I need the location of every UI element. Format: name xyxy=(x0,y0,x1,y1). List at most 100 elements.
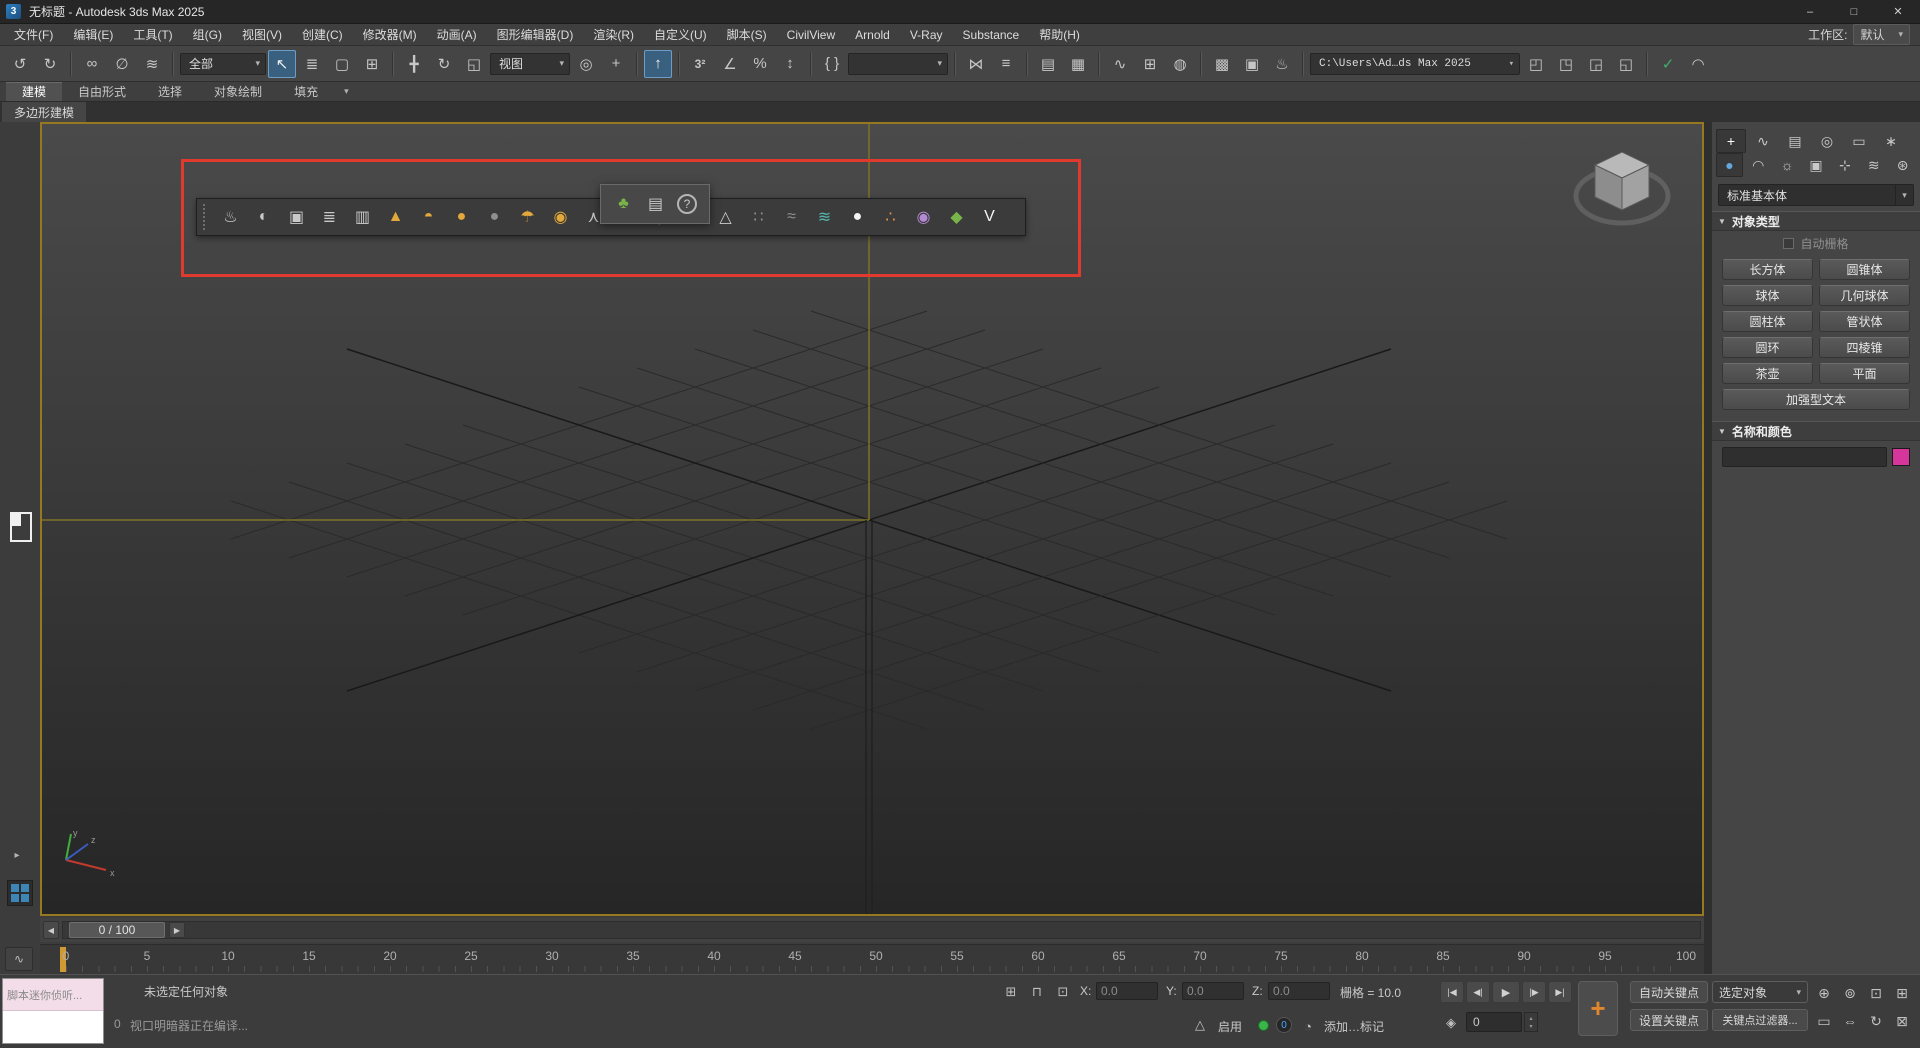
macro-recorder-line[interactable]: 脚本迷你侦听... xyxy=(3,979,103,1011)
object-type-rollout-header[interactable]: ▼ 对象类型 xyxy=(1712,211,1920,231)
menu-item[interactable]: 图形编辑器(D) xyxy=(487,24,584,45)
time-slider-prev-icon[interactable]: ◀ xyxy=(43,921,59,939)
time-slider-handle[interactable]: 0 / 100 xyxy=(69,922,165,938)
color-dots-icon[interactable]: ∴ xyxy=(876,202,905,232)
menu-item[interactable]: 工具(T) xyxy=(123,24,182,45)
lamp-icon[interactable]: ◉ xyxy=(546,202,575,232)
window-crossing-toggle[interactable]: ⊞ xyxy=(358,50,386,78)
ribbon-tab[interactable]: 对象绘制 xyxy=(198,82,278,101)
scene-validity-check-button[interactable]: ✓ xyxy=(1654,50,1682,78)
primitive-button[interactable]: 球体 xyxy=(1722,285,1813,306)
primitive-button[interactable]: 加强型文本 xyxy=(1722,389,1910,410)
select-and-rotate-button[interactable]: ↻ xyxy=(430,50,458,78)
container-icon[interactable]: ▣ xyxy=(282,202,311,232)
add-time-tag[interactable]: 添加…标记 xyxy=(1324,1018,1384,1035)
primitive-button[interactable]: 四棱锥 xyxy=(1819,337,1910,358)
helpers-category-icon[interactable]: ⊹ xyxy=(1831,153,1858,177)
menu-item[interactable]: 动画(A) xyxy=(427,24,487,45)
ribbon-minimize-chevron-icon[interactable]: ▾ xyxy=(334,82,359,101)
go-to-end-button[interactable]: ▶| xyxy=(1548,981,1572,1003)
key-filter-selected-dropdown[interactable]: 选定对象 ▾ xyxy=(1712,981,1808,1003)
orbit-icon[interactable]: ↻ xyxy=(1864,1009,1888,1033)
menu-item[interactable]: 渲染(R) xyxy=(583,24,644,45)
sphere-dim-icon[interactable]: ● xyxy=(480,202,509,232)
z-coord-field[interactable] xyxy=(1268,982,1330,1000)
workspace-send-b-button[interactable]: ◳ xyxy=(1552,50,1580,78)
select-and-move-button[interactable]: ╋ xyxy=(400,50,428,78)
transform-gizmo-toggle-icon[interactable]: ⊞ xyxy=(1000,982,1022,1002)
umbrella-light-icon[interactable]: ☂ xyxy=(513,202,542,232)
primitive-button[interactable]: 平面 xyxy=(1819,363,1910,384)
wave-icon[interactable]: ≈ xyxy=(777,202,806,232)
dots-grid-icon[interactable]: ∷ xyxy=(744,202,773,232)
select-and-link-button[interactable]: ∞ xyxy=(78,50,106,78)
menu-item[interactable]: 组(G) xyxy=(183,24,232,45)
set-keys-key-button[interactable]: + xyxy=(1578,981,1618,1036)
object-color-swatch[interactable] xyxy=(1892,448,1910,466)
select-object-button[interactable]: ↖ xyxy=(268,50,296,78)
listener-line[interactable] xyxy=(3,1011,103,1043)
menu-item[interactable]: 自定义(U) xyxy=(644,24,717,45)
render-setup-button[interactable]: ▩ xyxy=(1208,50,1236,78)
help-icon[interactable]: ? xyxy=(677,194,697,214)
close-button[interactable]: ✕ xyxy=(1876,0,1920,23)
previous-frame-button[interactable]: ◀| xyxy=(1466,981,1490,1003)
zoom-all-icon[interactable]: ⊚ xyxy=(1838,981,1862,1005)
unlink-selection-button[interactable]: ∅ xyxy=(108,50,136,78)
bind-to-spacewarp-button[interactable]: ≋ xyxy=(138,50,166,78)
rendered-frame-window-button[interactable]: ▣ xyxy=(1238,50,1266,78)
go-to-start-button[interactable]: |◀ xyxy=(1440,981,1464,1003)
layout-expand-arrow-icon[interactable]: ▸ xyxy=(8,846,26,864)
spinner-down-icon[interactable]: ▾ xyxy=(1529,1023,1532,1030)
schematic-view-button[interactable]: ⊞ xyxy=(1136,50,1164,78)
keyboard-override-toggle[interactable]: ↑ xyxy=(644,50,672,78)
autogrid-checkbox[interactable] xyxy=(1783,238,1794,249)
select-and-manipulate-button[interactable]: + xyxy=(602,50,630,78)
sphere-white-icon[interactable]: ● xyxy=(843,202,872,232)
menu-item[interactable]: 帮助(H) xyxy=(1029,24,1090,45)
percent-snap-button[interactable]: % xyxy=(746,50,774,78)
toolbar-drag-handle[interactable] xyxy=(203,204,209,230)
workspace-send-d-button[interactable]: ◱ xyxy=(1612,50,1640,78)
motion-tab-icon[interactable]: ◎ xyxy=(1812,129,1842,153)
zoom-region-icon[interactable]: ▭ xyxy=(1812,1009,1836,1033)
material-editor-button[interactable]: ◍ xyxy=(1166,50,1194,78)
menu-item[interactable]: CivilView xyxy=(777,24,845,45)
viewport-layout-grid-icon[interactable] xyxy=(7,880,33,906)
menu-item[interactable]: V-Ray xyxy=(900,24,953,45)
display-tab-icon[interactable]: ▭ xyxy=(1844,129,1874,153)
menu-item[interactable]: 脚本(S) xyxy=(717,24,777,45)
redo-button[interactable]: ↻ xyxy=(36,50,64,78)
primitive-category-dropdown[interactable]: 标准基本体 ▾ xyxy=(1718,184,1914,206)
menu-item[interactable]: Arnold xyxy=(845,24,900,45)
auto-key-button[interactable]: 自动关键点 xyxy=(1630,981,1708,1003)
key-mode-toggle-icon[interactable]: ◈ xyxy=(1440,1013,1462,1033)
dome-light-icon[interactable]: ◓ xyxy=(414,202,443,232)
enable-count-badge[interactable]: 0 xyxy=(1276,1017,1292,1033)
cameras-category-icon[interactable]: ▣ xyxy=(1803,153,1830,177)
adaptive-degradation-icon[interactable]: △ xyxy=(1190,1015,1210,1035)
play-button[interactable]: ▶ xyxy=(1492,981,1520,1003)
key-filters-button[interactable]: 关键点过滤器... xyxy=(1712,1009,1808,1031)
polygon-modeling-subtab[interactable]: 多边形建模 xyxy=(2,102,86,122)
geometry-category-icon[interactable]: ● xyxy=(1716,153,1743,177)
mini-curve-editor-button[interactable]: ∿ xyxy=(5,947,33,971)
systems-category-icon[interactable]: ⊛ xyxy=(1889,153,1916,177)
modify-tab-icon[interactable]: ∿ xyxy=(1748,129,1778,153)
primitive-button[interactable]: 长方体 xyxy=(1722,259,1813,280)
list-icon[interactable]: ≣ xyxy=(315,202,344,232)
time-tag-clock-icon[interactable]: ◔ xyxy=(1298,1016,1318,1036)
selection-region-button[interactable]: ▢ xyxy=(328,50,356,78)
primitive-button[interactable]: 圆锥体 xyxy=(1819,259,1910,280)
sphere-swirl-icon[interactable]: ◐ xyxy=(249,202,278,232)
angle-snap-button[interactable]: ∠ xyxy=(716,50,744,78)
document-icon[interactable]: ▤ xyxy=(641,189,670,219)
hierarchy-tab-icon[interactable]: ▤ xyxy=(1780,129,1810,153)
ribbon-tab[interactable]: 自由形式 xyxy=(62,82,142,101)
spinner-up-icon[interactable]: ▴ xyxy=(1529,1015,1532,1022)
name-color-rollout-header[interactable]: ▼ 名称和颜色 xyxy=(1712,421,1920,441)
primitive-button[interactable]: 几何球体 xyxy=(1819,285,1910,306)
primitive-button[interactable]: 茶壶 xyxy=(1722,363,1813,384)
menu-item[interactable]: 文件(F) xyxy=(4,24,63,45)
primitive-button[interactable]: 圆环 xyxy=(1722,337,1813,358)
